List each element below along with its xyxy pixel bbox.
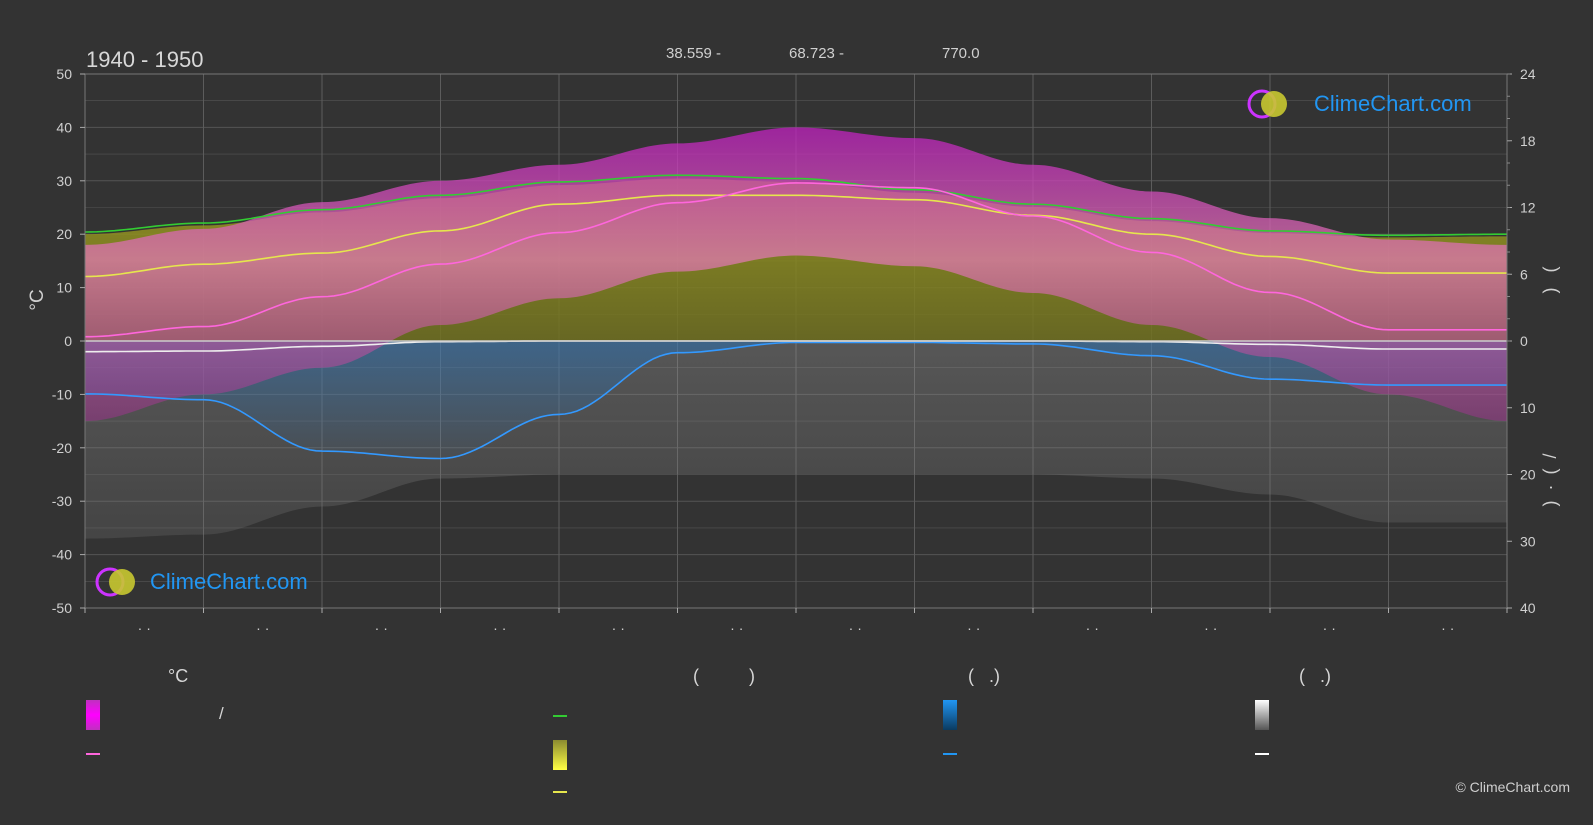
left-tick-label: -40 bbox=[52, 547, 72, 563]
right-tick-label: 30 bbox=[1520, 533, 1536, 549]
legend-swatch-sunshine bbox=[553, 740, 567, 770]
left-tick-label: -10 bbox=[52, 386, 72, 402]
logo-sun-icon bbox=[1261, 91, 1287, 117]
brand-name-top: ClimeChart.com bbox=[1314, 91, 1472, 116]
x-tick-label: · · bbox=[1323, 620, 1336, 636]
x-tick-label: · · bbox=[967, 620, 980, 636]
right-tick-label: 18 bbox=[1520, 133, 1536, 149]
latitude-label: 38.559 - bbox=[666, 45, 721, 62]
brand-logo-top[interactable]: ClimeChart.com bbox=[1247, 89, 1472, 119]
right-tick-label: 20 bbox=[1520, 467, 1536, 483]
x-tick-label: · · bbox=[138, 620, 151, 636]
right-axis-title-top: ) ( bbox=[1540, 267, 1560, 294]
legend-heading-temperature: °C bbox=[168, 666, 189, 686]
period-title: 1940 - 1950 bbox=[86, 47, 203, 72]
right-tick-label: 24 bbox=[1520, 66, 1536, 82]
x-tick-label: · · bbox=[1086, 620, 1099, 636]
legend-swatch-snow bbox=[1255, 700, 1269, 730]
legend-temp-range-separator: / bbox=[219, 704, 224, 723]
x-tick-label: · · bbox=[849, 620, 862, 636]
x-tick-label: · · bbox=[375, 620, 388, 636]
right-axis-title-bottom: ) · ( / bbox=[1540, 454, 1560, 507]
legend-heading-snow: ( .) bbox=[1299, 666, 1331, 686]
left-tick-label: -30 bbox=[52, 493, 72, 509]
right-tick-label: 12 bbox=[1520, 200, 1536, 216]
logo-sun-icon bbox=[109, 569, 135, 595]
right-tick-label: 10 bbox=[1520, 400, 1536, 416]
x-tick-label: · · bbox=[493, 620, 506, 636]
left-tick-label: 10 bbox=[56, 280, 72, 296]
right-tick-label: 40 bbox=[1520, 600, 1536, 616]
left-tick-label: 50 bbox=[56, 66, 72, 82]
left-tick-label: 0 bbox=[64, 333, 72, 349]
legend-heading-rain: ( .) bbox=[968, 666, 1000, 686]
right-tick-label: 0 bbox=[1520, 333, 1528, 349]
left-tick-label: 30 bbox=[56, 173, 72, 189]
left-tick-label: -50 bbox=[52, 600, 72, 616]
legend-heading-sun: ( ) bbox=[693, 666, 755, 686]
x-tick-label: · · bbox=[612, 620, 625, 636]
longitude-label: 68.723 - bbox=[789, 45, 844, 62]
left-axis-title: °C bbox=[27, 289, 48, 310]
climate-chart: 1940 - 1950 38.559 - 68.723 - 770.0 50 40… bbox=[27, 45, 1560, 793]
right-tick-label: 6 bbox=[1520, 266, 1528, 282]
copyright-text: © ClimeChart.com bbox=[1455, 779, 1570, 795]
brand-name-bottom: ClimeChart.com bbox=[150, 569, 308, 594]
brand-logo-bottom[interactable]: ClimeChart.com bbox=[95, 567, 308, 597]
x-tick-label: · · bbox=[730, 620, 743, 636]
left-tick-label: 20 bbox=[56, 226, 72, 242]
legend-swatch-temp-range bbox=[86, 700, 100, 730]
x-tick-label: · · bbox=[256, 620, 269, 636]
legend-swatch-precip bbox=[943, 700, 957, 730]
x-tick-label: · · bbox=[1204, 620, 1217, 636]
left-tick-label: 40 bbox=[56, 119, 72, 135]
x-tick-label: · · bbox=[1441, 620, 1454, 636]
left-tick-label: -20 bbox=[52, 440, 72, 456]
elevation-label: 770.0 bbox=[942, 45, 980, 62]
